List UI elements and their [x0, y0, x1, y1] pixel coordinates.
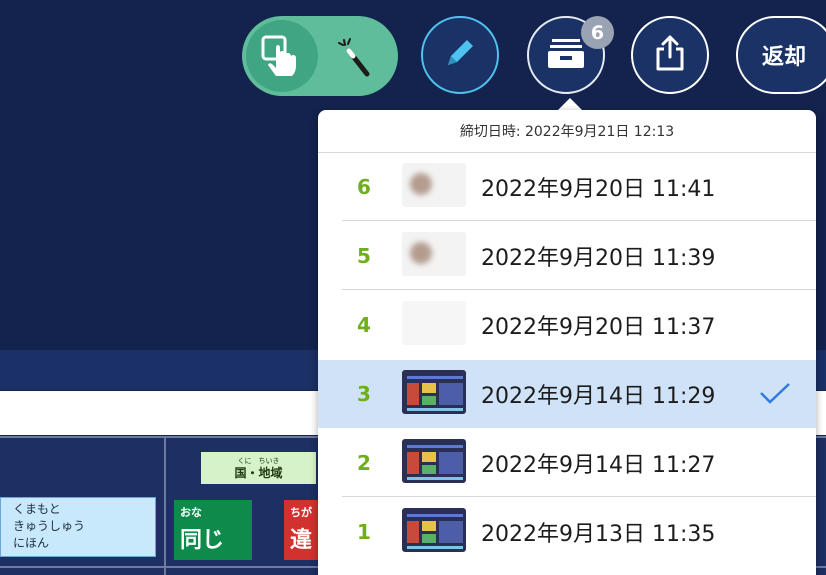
- row-divider: [342, 496, 816, 497]
- submission-row-selected[interactable]: 3 2022年9月14日 11:29: [318, 360, 816, 428]
- submission-thumbnail: [402, 370, 466, 414]
- region-label-text: 国・地域: [234, 465, 283, 480]
- submission-row[interactable]: 6 2022年9月20日 11:41: [318, 153, 816, 221]
- pen-icon: [440, 33, 480, 77]
- pen-button[interactable]: [421, 16, 499, 94]
- submission-number: 2: [357, 451, 371, 475]
- grid-line: [164, 436, 166, 575]
- place-card-line: くまもと: [13, 502, 61, 516]
- same-card-label: 同じ: [180, 528, 225, 553]
- deadline-header: 締切日時: 2022年9月21日 12:13: [318, 110, 816, 153]
- place-card-line: きゅうしゅう: [13, 519, 86, 533]
- row-divider: [342, 289, 816, 290]
- row-divider: [342, 220, 816, 221]
- return-button-label: 返却: [762, 45, 807, 70]
- submission-number: 4: [357, 313, 371, 337]
- submission-number: 6: [357, 175, 371, 199]
- different-card-label: 違: [290, 528, 313, 553]
- submission-datetime: 2022年9月20日 11:39: [481, 246, 716, 271]
- submission-row[interactable]: 4 2022年9月20日 11:37: [318, 291, 816, 359]
- same-card[interactable]: おな 同じ: [174, 500, 252, 560]
- submission-thumbnail: [402, 508, 466, 552]
- touch-icon[interactable]: [260, 34, 306, 84]
- submission-number: 1: [357, 520, 371, 544]
- different-card-ruby: ちが: [290, 506, 312, 519]
- same-card-ruby: おな: [180, 506, 202, 519]
- return-button[interactable]: 返却: [736, 16, 826, 94]
- place-card[interactable]: くまもと きゅうしゅう にほん: [0, 497, 156, 557]
- submission-thumbnail: [402, 163, 466, 207]
- submission-datetime: 2022年9月13日 11:35: [481, 522, 716, 547]
- region-label-ruby: くに ちいき: [237, 456, 280, 465]
- submission-number: 3: [357, 382, 371, 406]
- submission-thumbnail: [402, 301, 466, 345]
- share-button[interactable]: [631, 16, 709, 94]
- submission-thumbnail: [402, 232, 466, 276]
- submission-count-badge: 6: [581, 16, 614, 49]
- submission-number: 5: [357, 244, 371, 268]
- place-card-line: にほん: [13, 536, 50, 550]
- submission-datetime: 2022年9月20日 11:37: [481, 315, 716, 340]
- share-icon: [652, 33, 688, 77]
- magic-wand-icon[interactable]: [338, 36, 378, 84]
- submission-row[interactable]: 5 2022年9月20日 11:39: [318, 222, 816, 290]
- submission-row[interactable]: 1 2022年9月13日 11:35: [318, 498, 816, 566]
- checkmark-icon: [758, 380, 792, 412]
- submission-datetime: 2022年9月14日 11:27: [481, 453, 716, 478]
- submission-row[interactable]: 2 2022年9月14日 11:27: [318, 429, 816, 497]
- region-label: くに ちいき 国・地域: [201, 452, 316, 484]
- mode-toggle[interactable]: [242, 16, 398, 96]
- submission-history-dropdown: 締切日時: 2022年9月21日 12:13 6 2022年9月20日 11:4…: [318, 110, 816, 575]
- submission-thumbnail: [402, 439, 466, 483]
- submission-datetime: 2022年9月14日 11:29: [481, 384, 716, 409]
- submission-datetime: 2022年9月20日 11:41: [481, 177, 716, 202]
